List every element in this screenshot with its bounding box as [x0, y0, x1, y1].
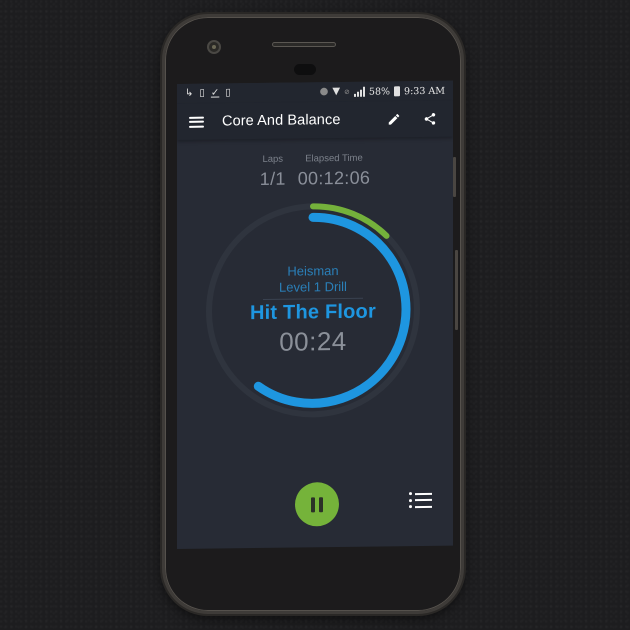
status-left: ↳ ▯ ✓ ▯	[185, 87, 231, 99]
battery-icon	[394, 86, 401, 97]
share-icon	[424, 113, 436, 125]
stats-row: Laps 1/1 Elapsed Time 00:12:06	[177, 152, 453, 191]
edit-button[interactable]	[383, 108, 405, 130]
text-divider	[263, 297, 363, 300]
pause-icon	[319, 496, 323, 512]
page-title: Core And Balance	[222, 112, 341, 130]
routine-name: Heisman	[287, 263, 339, 279]
app-screen: ↳ ▯ ✓ ▯ ● ▼ ⊘ 58% 9:33 AM Core And Balan…	[177, 80, 453, 549]
exercise-list-button[interactable]	[409, 489, 433, 511]
volume-button	[455, 250, 458, 330]
controls-bar	[177, 479, 453, 532]
sim-card-icon: ▯	[225, 87, 231, 99]
share-arrow-icon: ↳	[185, 87, 194, 99]
elapsed-value: 00:12:06	[297, 167, 371, 189]
elapsed-label: Elapsed Time	[305, 152, 363, 165]
laps-stat: Laps 1/1	[260, 154, 286, 190]
app-toolbar: Core And Balance	[177, 100, 453, 140]
pause-icon	[311, 496, 315, 512]
drill-name: Level 1 Drill	[279, 278, 347, 295]
list-icon	[409, 492, 433, 496]
share-button[interactable]	[419, 108, 441, 130]
pencil-icon	[388, 114, 400, 125]
signal-icon	[353, 86, 365, 97]
clock: 9:33 AM	[404, 85, 445, 97]
timer-text: Heisman Level 1 Drill Hit The Floor 00:2…	[205, 201, 421, 420]
sim-card-icon: ▯	[199, 87, 205, 99]
exercise-name: Hit The Floor	[250, 300, 376, 325]
countdown: 00:24	[279, 325, 347, 357]
wifi-icon: ▼	[332, 86, 341, 98]
mute-icon: ⊘	[344, 87, 350, 96]
timer-ring: Heisman Level 1 Drill Hit The Floor 00:2…	[205, 201, 421, 420]
laps-label: Laps	[262, 153, 284, 165]
battery-percent: 58%	[368, 85, 391, 98]
proximity-sensor	[294, 64, 316, 75]
earpiece-speaker	[272, 42, 336, 47]
pause-button[interactable]	[295, 482, 339, 527]
status-right: ● ▼ ⊘ 58% 9:33 AM	[320, 85, 445, 98]
front-camera	[207, 40, 221, 54]
check-download-icon: ✓	[210, 87, 220, 99]
elapsed-stat: Elapsed Time 00:12:06	[298, 153, 370, 190]
list-icon	[409, 498, 433, 502]
power-button	[453, 157, 456, 197]
bluetooth-icon: ●	[319, 86, 329, 98]
hamburger-menu-icon[interactable]	[189, 116, 204, 128]
list-icon	[409, 505, 433, 509]
laps-value: 1/1	[259, 168, 286, 189]
